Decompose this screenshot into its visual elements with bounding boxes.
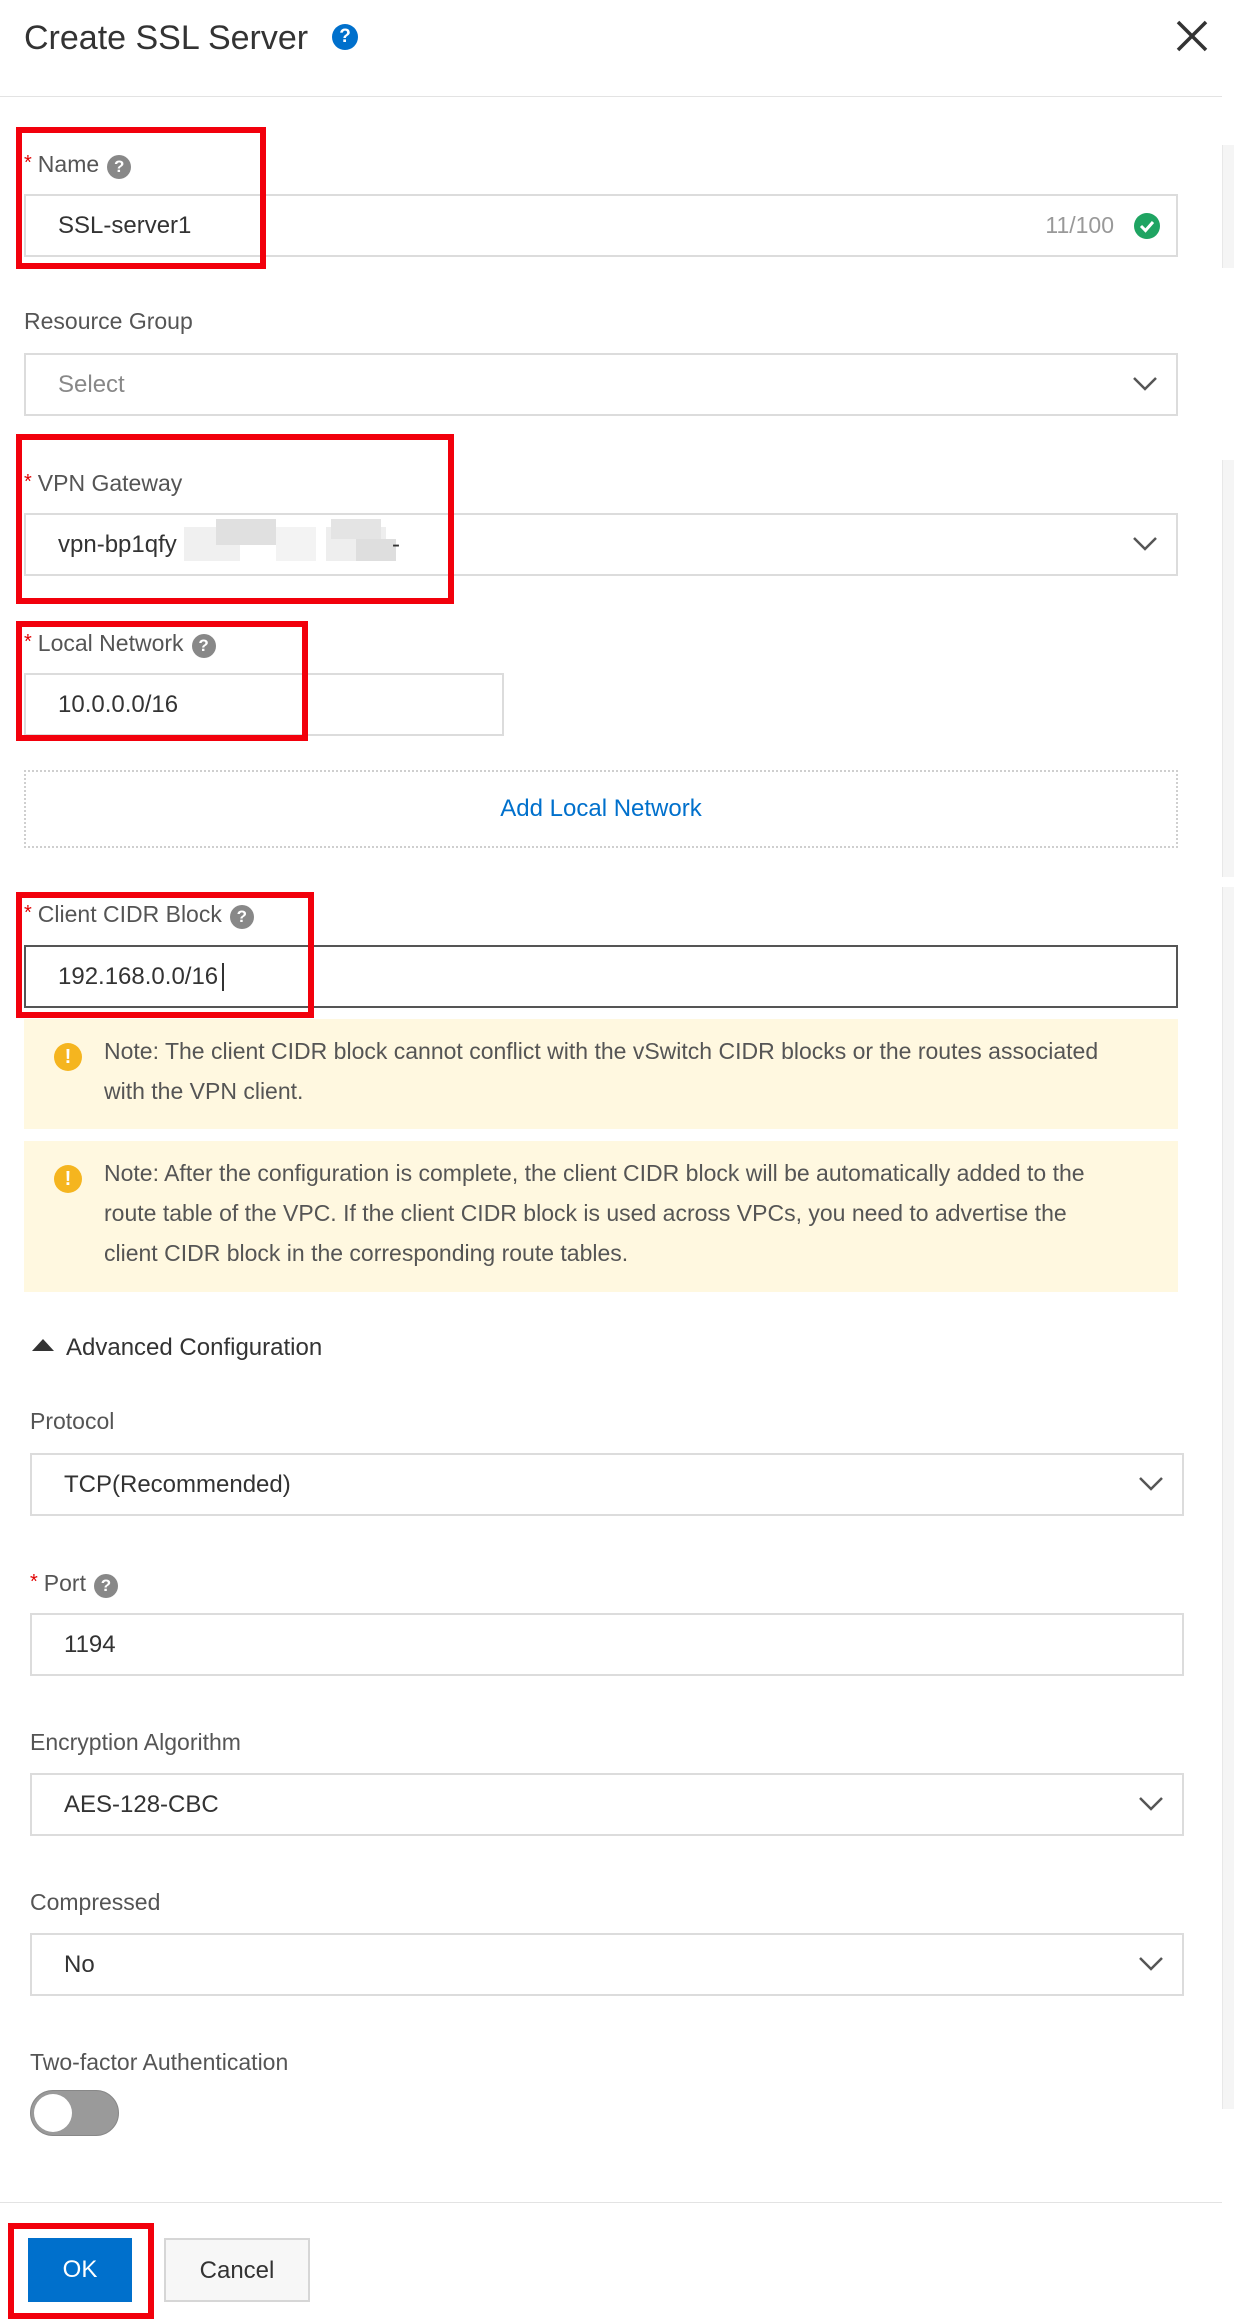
add-local-network-button[interactable]: Add Local Network [24, 770, 1178, 848]
protocol-label: Protocol [30, 1408, 115, 1434]
dialog-title: Create SSL Server [24, 19, 309, 57]
redaction-mask [216, 519, 276, 545]
switch-knob [34, 2094, 72, 2132]
chevron-down-icon [1133, 377, 1157, 391]
name-input[interactable]: SSL-server1 11/100 [24, 194, 1178, 257]
warning-icon: ! [54, 1165, 82, 1193]
scroll-edge [1222, 460, 1234, 877]
close-icon[interactable] [1172, 16, 1212, 56]
check-circle-icon [1134, 213, 1160, 239]
text-cursor [222, 963, 224, 991]
cancel-button[interactable]: Cancel [164, 2238, 310, 2302]
note-box: ! Note: After the configuration is compl… [24, 1141, 1178, 1292]
warning-icon: ! [54, 1043, 82, 1071]
two-factor-label: Two-factor Authentication [30, 2049, 289, 2075]
compressed-select[interactable]: No [30, 1933, 1184, 1996]
footer-divider [0, 2202, 1222, 2203]
port-label: * Port? [30, 1567, 118, 1598]
protocol-select[interactable]: TCP(Recommended) [30, 1453, 1184, 1516]
help-icon[interactable]: ? [229, 905, 254, 929]
help-icon[interactable]: ? [332, 24, 358, 50]
help-icon[interactable]: ? [191, 634, 216, 658]
port-input[interactable]: 1194 [30, 1613, 1184, 1676]
help-icon[interactable]: ? [107, 155, 132, 179]
note-text: Note: The client CIDR block cannot confl… [104, 1038, 1099, 1104]
vpn-gateway-select[interactable]: vpn-bp1qfy - [24, 513, 1178, 576]
local-network-label: * Local Network? [24, 627, 216, 658]
note-text: Note: After the configuration is complet… [104, 1160, 1085, 1266]
chevron-down-icon [1133, 537, 1157, 551]
compressed-label: Compressed [30, 1889, 161, 1915]
redaction-mask [331, 519, 381, 539]
name-label: * Name? [24, 148, 132, 179]
client-cidr-input[interactable]: 192.168.0.0/16 [24, 945, 1178, 1008]
dialog-header: Create SSL Server ? [0, 0, 1222, 97]
scroll-edge [1222, 887, 1234, 2109]
ok-button[interactable]: OK [28, 2238, 132, 2302]
client-cidr-label: * Client CIDR Block? [24, 898, 254, 929]
caret-up-icon [32, 1339, 54, 1351]
advanced-config-toggle[interactable]: Advanced Configuration [32, 1333, 322, 1363]
two-factor-switch[interactable] [30, 2090, 119, 2136]
local-network-input[interactable]: 10.0.0.0/16 [24, 673, 504, 736]
chevron-down-icon [1139, 1797, 1163, 1811]
redaction-mask [276, 527, 316, 561]
resource-group-label: Resource Group [24, 308, 193, 334]
encryption-select[interactable]: AES-128-CBC [30, 1773, 1184, 1836]
help-icon[interactable]: ? [93, 1574, 118, 1598]
note-box: ! Note: The client CIDR block cannot con… [24, 1019, 1178, 1129]
vpn-gateway-label: * VPN Gateway [24, 470, 183, 496]
redaction-mask [356, 539, 396, 561]
char-counter: 11/100 [1045, 212, 1114, 238]
scroll-edge [1222, 145, 1234, 268]
chevron-down-icon [1139, 1957, 1163, 1971]
resource-group-select[interactable]: Select [24, 353, 1178, 416]
encryption-label: Encryption Algorithm [30, 1729, 241, 1755]
chevron-down-icon [1139, 1477, 1163, 1491]
